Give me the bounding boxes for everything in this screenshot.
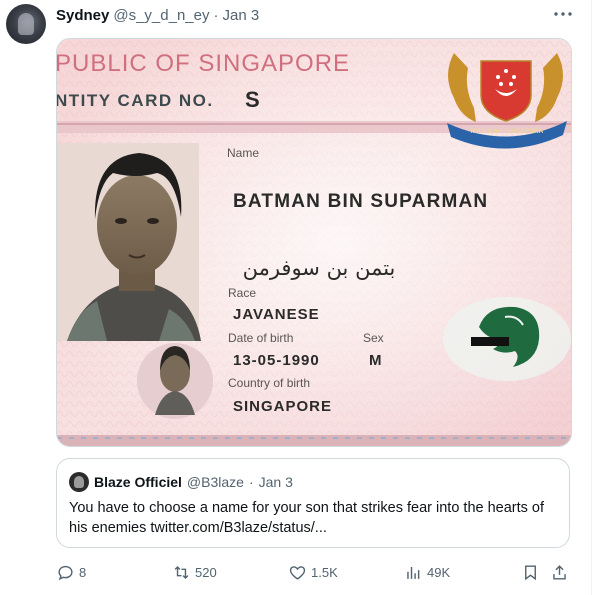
quoted-author-name[interactable]: Blaze Officiel — [94, 474, 182, 490]
quoted-tweet-header: Blaze Officiel @B3laze · Jan 3 — [69, 472, 293, 492]
reply-count: 8 — [79, 564, 87, 580]
like-button[interactable]: 1.5K — [288, 560, 338, 584]
like-count: 1.5K — [311, 564, 338, 580]
bookmark-icon — [525, 564, 536, 580]
retweet-button[interactable]: 520 — [172, 560, 217, 584]
reply-icon — [58, 565, 73, 580]
quoted-tweet-date[interactable]: Jan 3 — [259, 474, 293, 490]
tweet-date[interactable]: Jan 3 — [222, 7, 259, 24]
quoted-separator-dot: · — [248, 474, 254, 490]
dob-label: Date of birth — [228, 331, 293, 345]
id-card-photo: PUBLIC OF SINGAPORE NTITY CARD NO. S MAJ… — [57, 39, 571, 446]
tweet-container: Sydney @s_y_d_n_ey · Jan 3 PUBLIC OF SIN… — [0, 0, 592, 595]
tweet-action-bar: 8 520 1.5K 49K — [56, 560, 576, 584]
crest-motto: MAJULAH SINGAPURA — [471, 128, 544, 135]
quoted-author-handle[interactable]: @B3laze — [187, 474, 244, 490]
separator-dot: · — [213, 6, 219, 24]
ghost-photo — [137, 343, 213, 419]
author-handle[interactable]: @s_y_d_n_ey — [113, 7, 209, 24]
views-icon — [407, 566, 420, 579]
retweet-icon — [174, 565, 189, 579]
cob-label: Country of birth — [228, 376, 310, 390]
name-value: BATMAN BIN SUPARMAN — [233, 191, 488, 212]
quoted-author-avatar[interactable] — [69, 472, 89, 492]
card-header-label: NTITY CARD NO. — [57, 91, 214, 110]
jawi-name: بتمن بن سوفرمن — [243, 256, 396, 280]
tweet-image[interactable]: PUBLIC OF SINGAPORE NTITY CARD NO. S MAJ… — [56, 38, 572, 447]
card-number: S — [245, 87, 260, 112]
views-count: 49K — [427, 564, 451, 580]
cob-value: SINGAPORE — [233, 398, 332, 415]
views-button[interactable]: 49K — [404, 560, 450, 584]
share-button[interactable] — [550, 560, 569, 584]
sex-value: M — [369, 352, 382, 369]
coat-of-arms-icon: MAJULAH SINGAPURA — [447, 53, 567, 149]
more-options-icon[interactable] — [551, 4, 575, 24]
dob-value: 13-05-1990 — [233, 352, 320, 369]
sex-label: Sex — [363, 331, 384, 345]
author-name[interactable]: Sydney — [56, 7, 109, 24]
quoted-tweet-text: You have to choose a name for your son t… — [69, 500, 545, 536]
reply-button[interactable]: 8 — [56, 560, 86, 584]
race-label: Race — [228, 286, 256, 300]
card-header-country: PUBLIC OF SINGAPORE — [57, 50, 350, 77]
heart-icon — [289, 565, 306, 580]
quoted-tweet[interactable]: Blaze Officiel @B3laze · Jan 3 You have … — [56, 458, 570, 548]
retweet-count: 520 — [195, 564, 217, 580]
tweet-header: Sydney @s_y_d_n_ey · Jan 3 — [56, 6, 259, 24]
share-icon — [553, 564, 566, 580]
name-label: Name — [227, 146, 259, 160]
portrait-photo — [57, 143, 201, 341]
bookmark-button[interactable] — [521, 560, 540, 584]
lion-head-icon — [443, 297, 571, 381]
author-avatar[interactable] — [6, 4, 46, 44]
race-value: JAVANESE — [233, 306, 320, 323]
